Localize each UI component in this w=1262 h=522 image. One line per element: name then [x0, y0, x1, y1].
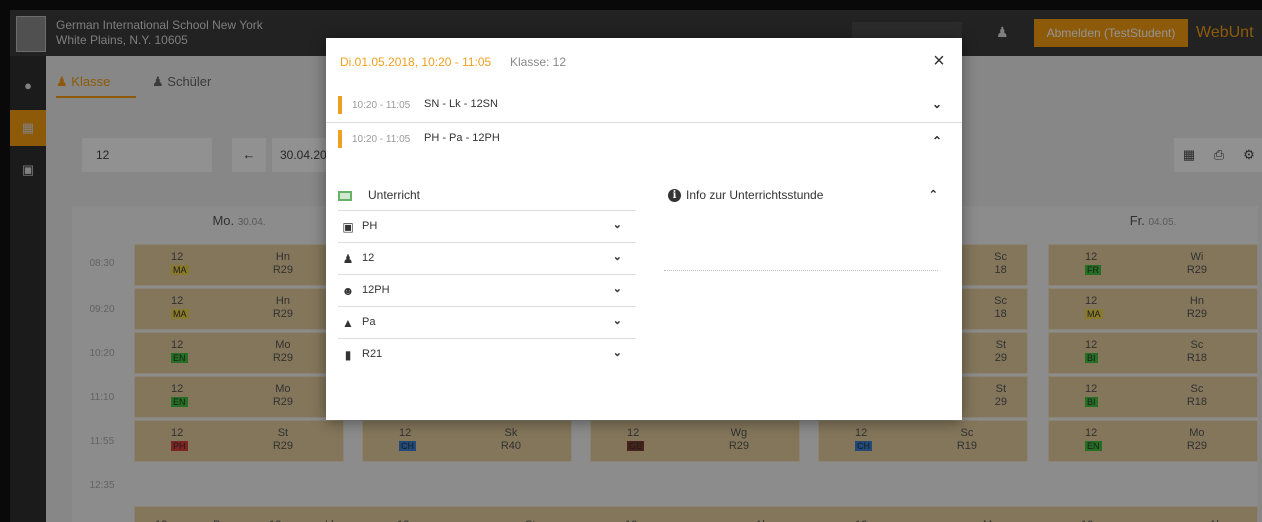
lesson-description: PH - Pa - 12PH — [424, 132, 500, 144]
detail-row-class[interactable]: ♟ 12 ⌄ — [338, 242, 636, 274]
detail-row-room[interactable]: ▮ R21 ⌄ — [338, 338, 636, 370]
modal-class: Klasse: 12 — [510, 55, 567, 69]
unterricht-header: Unterricht — [338, 188, 638, 210]
chevron-up-icon[interactable]: ⌃ — [929, 188, 938, 201]
chevron-down-icon[interactable]: ⌄ — [613, 346, 622, 359]
info-header[interactable]: i Info zur Unterrichtsstunde ⌃ — [668, 188, 938, 210]
screen: German International School New York Whi… — [0, 0, 1262, 522]
lesson-description: SN - Lk - 12SN — [424, 98, 498, 110]
lesson-accordion-item[interactable]: 10:20 - 11:05 SN - Lk - 12SN ⌄ — [338, 92, 950, 122]
chevron-down-icon[interactable]: ⌄ — [613, 282, 622, 295]
info-icon: i — [668, 189, 681, 202]
lesson-time: 10:20 - 11:05 — [352, 134, 411, 145]
detail-row-teacher[interactable]: ▲ Pa ⌄ — [338, 306, 636, 338]
door-icon: ▮ — [344, 348, 352, 362]
book-icon: ▣ — [342, 220, 354, 234]
teacher-icon: ▲ — [342, 316, 354, 330]
detail-row-group[interactable]: ☻ 12PH ⌄ — [338, 274, 636, 306]
group-icon: ☻ — [341, 284, 355, 298]
unterricht-label: Unterricht — [368, 188, 421, 202]
modal-header: Di.01.05.2018, 10:20 - 11:05 Klasse: 12 … — [326, 38, 962, 86]
lesson-time: 10:20 - 11:05 — [352, 100, 411, 111]
chevron-down-icon[interactable]: ⌄ — [613, 314, 622, 327]
lesson-details-modal: Di.01.05.2018, 10:20 - 11:05 Klasse: 12 … — [326, 38, 962, 420]
chevron-down-icon[interactable]: ⌄ — [613, 250, 622, 263]
detail-row-subject[interactable]: ▣ PH ⌄ — [338, 210, 636, 242]
lesson-color-bar — [338, 130, 342, 148]
chevron-up-icon[interactable]: ⌃ — [932, 134, 942, 148]
chevron-down-icon[interactable]: ⌄ — [613, 218, 622, 231]
info-label: Info zur Unterrichtsstunde — [686, 188, 824, 202]
table-icon — [338, 191, 352, 201]
info-content-divider — [664, 270, 938, 271]
lesson-accordion-item[interactable]: 10:20 - 11:05 PH - Pa - 12PH ⌃ — [338, 126, 950, 156]
class-icon: ♟ — [342, 252, 354, 266]
lesson-color-bar — [338, 96, 342, 114]
close-icon[interactable]: × — [928, 50, 950, 72]
modal-date: Di.01.05.2018, 10:20 - 11:05 — [340, 55, 492, 69]
chevron-down-icon[interactable]: ⌄ — [932, 97, 942, 111]
divider — [326, 122, 962, 123]
